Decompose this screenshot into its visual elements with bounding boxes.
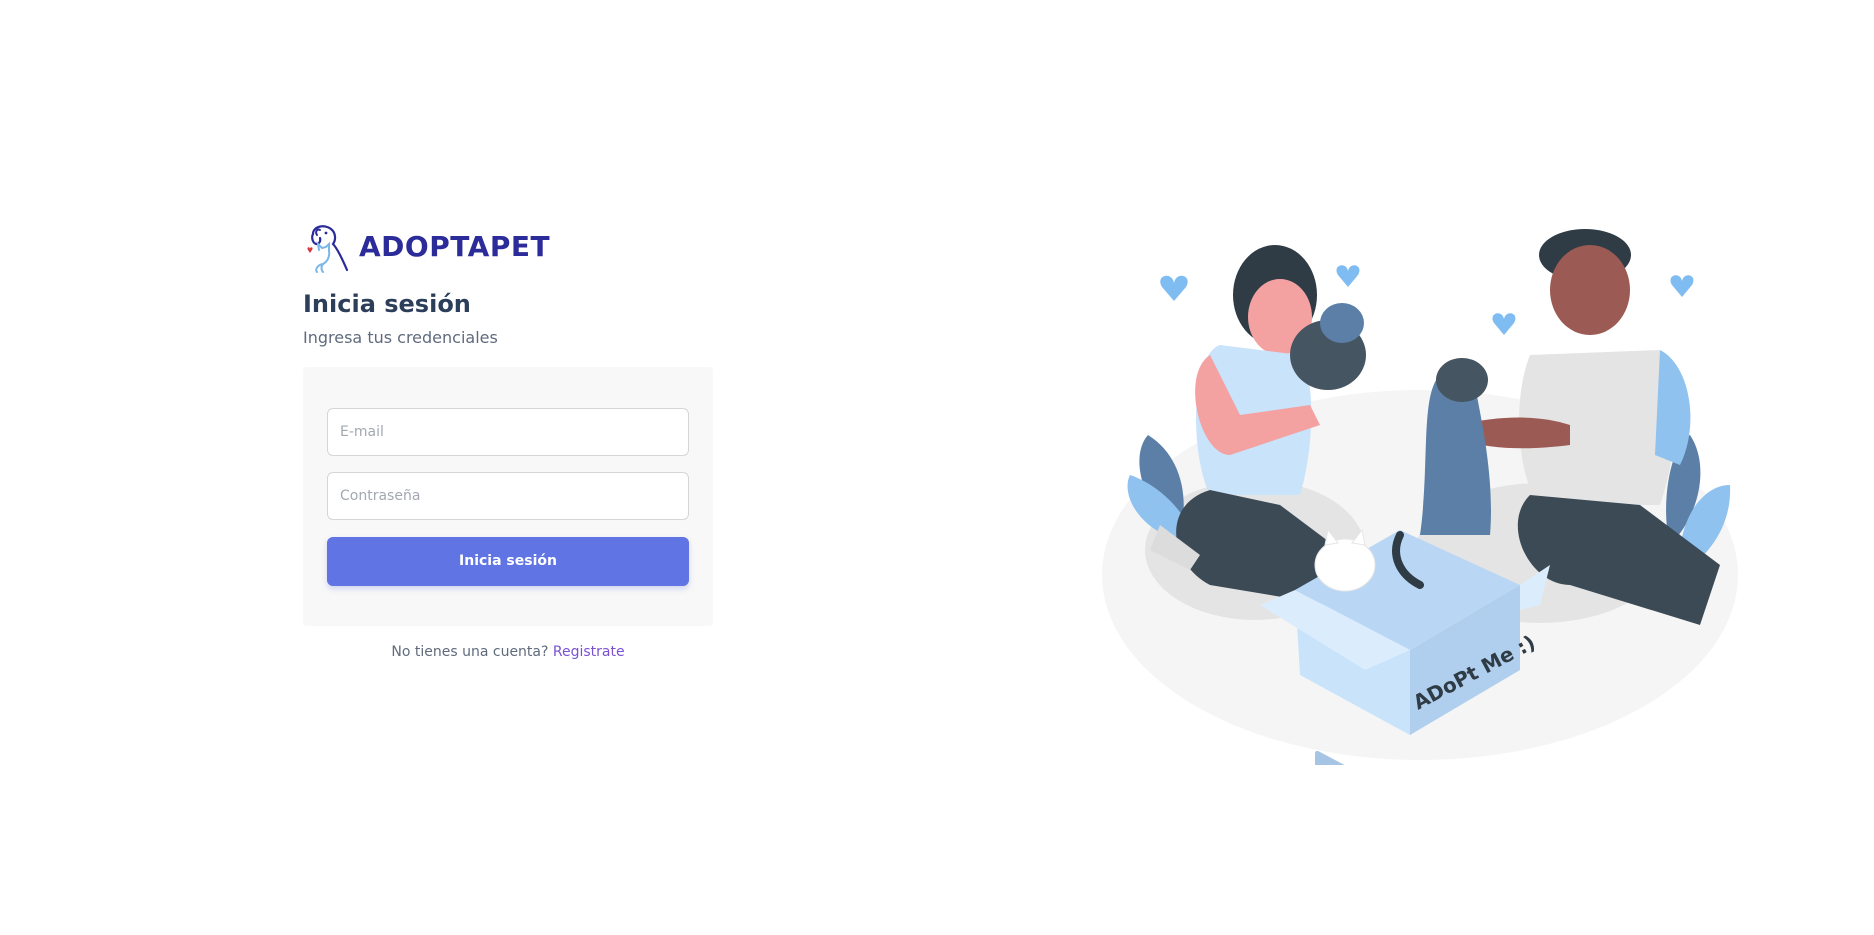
heart-icon bbox=[1670, 275, 1694, 297]
login-page: ADOPTAPET Inicia sesión Ingresa tus cred… bbox=[0, 0, 1874, 935]
login-submit-button[interactable]: Inicia sesión bbox=[327, 536, 689, 586]
login-form-card: Inicia sesión bbox=[303, 366, 713, 626]
register-prompt: No tienes una cuenta? Registrate bbox=[303, 644, 713, 660]
email-input[interactable] bbox=[327, 407, 689, 456]
adopt-pets-illustration: ADoPt Me :) bbox=[1102, 229, 1738, 765]
heart-icon bbox=[1160, 275, 1188, 301]
register-link[interactable]: Registrate bbox=[553, 644, 625, 660]
heart-icon bbox=[1336, 265, 1360, 287]
password-input[interactable] bbox=[327, 471, 689, 520]
brand-logo: ADOPTAPET bbox=[303, 220, 713, 274]
register-prompt-text: No tienes una cuenta? bbox=[391, 643, 549, 660]
page-subtitle: Ingresa tus credenciales bbox=[303, 327, 498, 347]
heart-icon bbox=[1492, 313, 1516, 335]
dog-cat-logo-icon bbox=[307, 225, 349, 273]
page-title: Inicia sesión bbox=[303, 290, 471, 318]
login-panel: ADOPTAPET Inicia sesión Ingresa tus cred… bbox=[303, 220, 713, 660]
brand-name: ADOPTAPET bbox=[359, 230, 551, 263]
